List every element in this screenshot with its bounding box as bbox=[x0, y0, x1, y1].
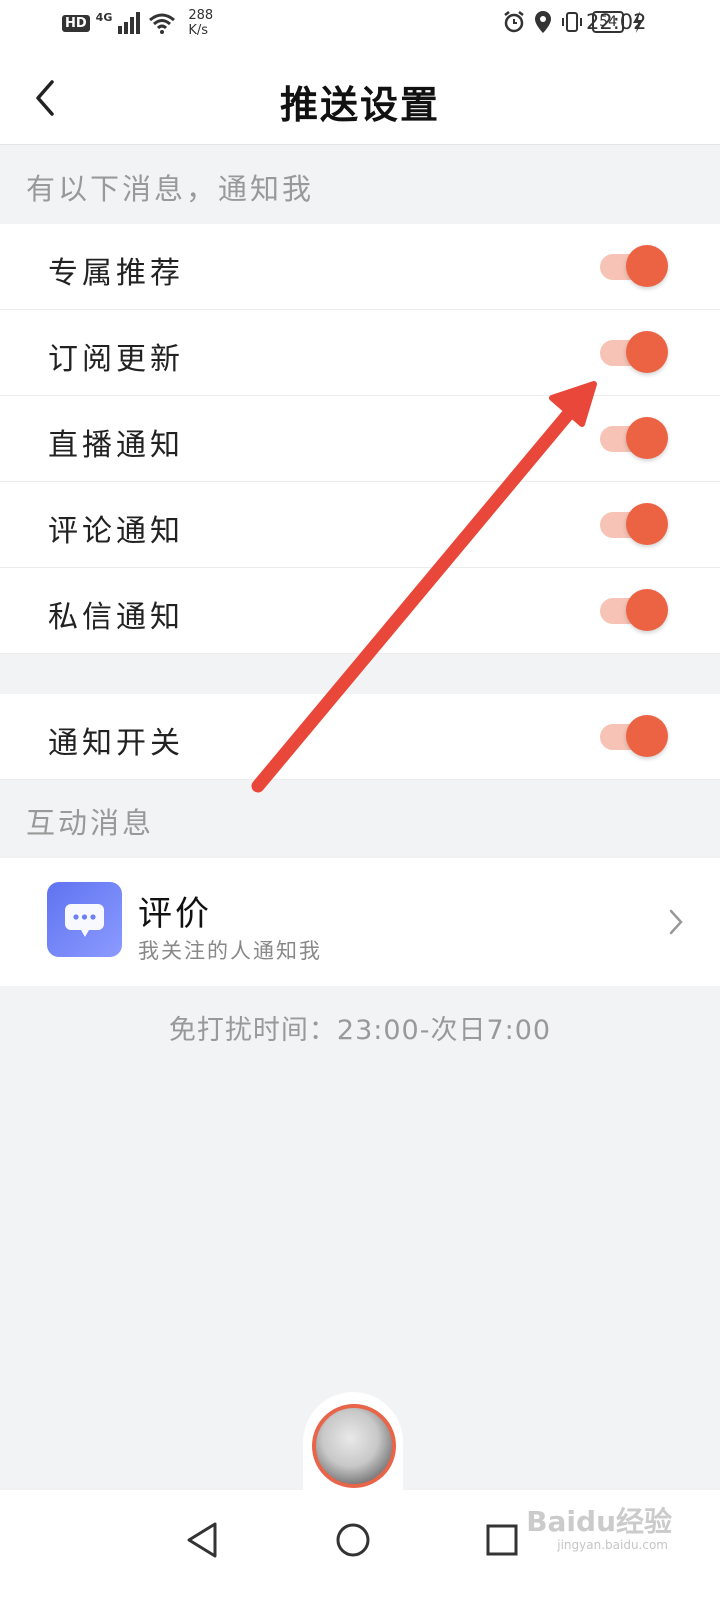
section-label-notify: 有以下消息，通知我 bbox=[26, 172, 315, 206]
review-subtitle: 我关注的人通知我 bbox=[138, 939, 322, 963]
setting-label: 直播通知 bbox=[48, 428, 184, 463]
toggle-knob bbox=[626, 245, 668, 287]
speed-value: 288 bbox=[188, 8, 214, 23]
network-speed: 288 K/s bbox=[188, 8, 222, 38]
review-notify-item[interactable]: 评价 我关注的人通知我 bbox=[0, 858, 720, 986]
watermark-logo: Baidu经验 bbox=[526, 1505, 672, 1538]
status-left: HD 4G 288 K/s bbox=[62, 8, 222, 38]
toggle-switch[interactable] bbox=[600, 503, 668, 547]
chat-bubble-glyph bbox=[65, 904, 104, 937]
setting-row-exclusive-recommend: 专属推荐 bbox=[0, 224, 720, 310]
section-label-interaction: 互动消息 bbox=[26, 806, 155, 840]
master-toggle-switch[interactable] bbox=[600, 715, 668, 759]
vibrate-icon bbox=[562, 12, 583, 32]
nav-back-button[interactable] bbox=[175, 1512, 231, 1568]
toggle-switch[interactable] bbox=[600, 245, 668, 289]
page-title: 推送设置 bbox=[279, 83, 440, 127]
signal-icon bbox=[118, 12, 141, 34]
hd-badge: HD bbox=[62, 14, 90, 32]
toggle-knob bbox=[626, 331, 668, 373]
setting-row-comment-notify: 评论通知 bbox=[0, 482, 720, 568]
status-bar: HD 4G 288 K/s 54 22:02 bbox=[0, 0, 720, 52]
setting-label: 评论通知 bbox=[48, 514, 184, 549]
setting-label: 专属推荐 bbox=[48, 256, 184, 291]
clock: 22:02 bbox=[586, 10, 647, 34]
alarm-icon bbox=[504, 11, 524, 33]
toggle-knob bbox=[626, 589, 668, 631]
toggle-knob bbox=[626, 503, 668, 545]
toggle-knob bbox=[626, 715, 668, 757]
setting-label: 私信通知 bbox=[48, 600, 184, 635]
cover-thumbnail bbox=[312, 1404, 396, 1488]
toggle-switch[interactable] bbox=[600, 331, 668, 375]
watermark-url: jingyan.baidu.com bbox=[557, 1538, 668, 1552]
review-title: 评价 bbox=[138, 894, 212, 934]
do-not-disturb-text: 免打扰时间：23:00-次日7:00 bbox=[168, 1015, 552, 1046]
setting-label: 通知开关 bbox=[48, 726, 184, 761]
toggle-knob bbox=[626, 417, 668, 459]
network-type: 4G bbox=[95, 10, 113, 24]
toggle-switch[interactable] bbox=[600, 589, 668, 633]
toggle-switch[interactable] bbox=[600, 417, 668, 461]
setting-row-live-notify: 直播通知 bbox=[0, 396, 720, 482]
home-circle-icon bbox=[336, 1523, 370, 1557]
chat-bubble-icon bbox=[47, 882, 122, 957]
setting-row-subscription-update: 订阅更新 bbox=[0, 310, 720, 396]
nav-recents-button[interactable] bbox=[474, 1512, 530, 1568]
speed-unit: K/s bbox=[188, 23, 209, 38]
chevron-right-icon bbox=[669, 909, 683, 935]
page-header: 推送设置 bbox=[0, 52, 720, 145]
nav-home-button[interactable] bbox=[325, 1512, 381, 1568]
setting-label: 订阅更新 bbox=[48, 342, 184, 377]
back-triangle-icon bbox=[187, 1522, 217, 1558]
setting-row-master-switch: 通知开关 bbox=[0, 694, 720, 780]
floating-player-button[interactable] bbox=[303, 1392, 403, 1492]
wifi-icon bbox=[149, 13, 176, 34]
setting-row-private-message: 私信通知 bbox=[0, 568, 720, 654]
recents-square-icon bbox=[486, 1524, 518, 1556]
location-icon bbox=[535, 11, 552, 33]
